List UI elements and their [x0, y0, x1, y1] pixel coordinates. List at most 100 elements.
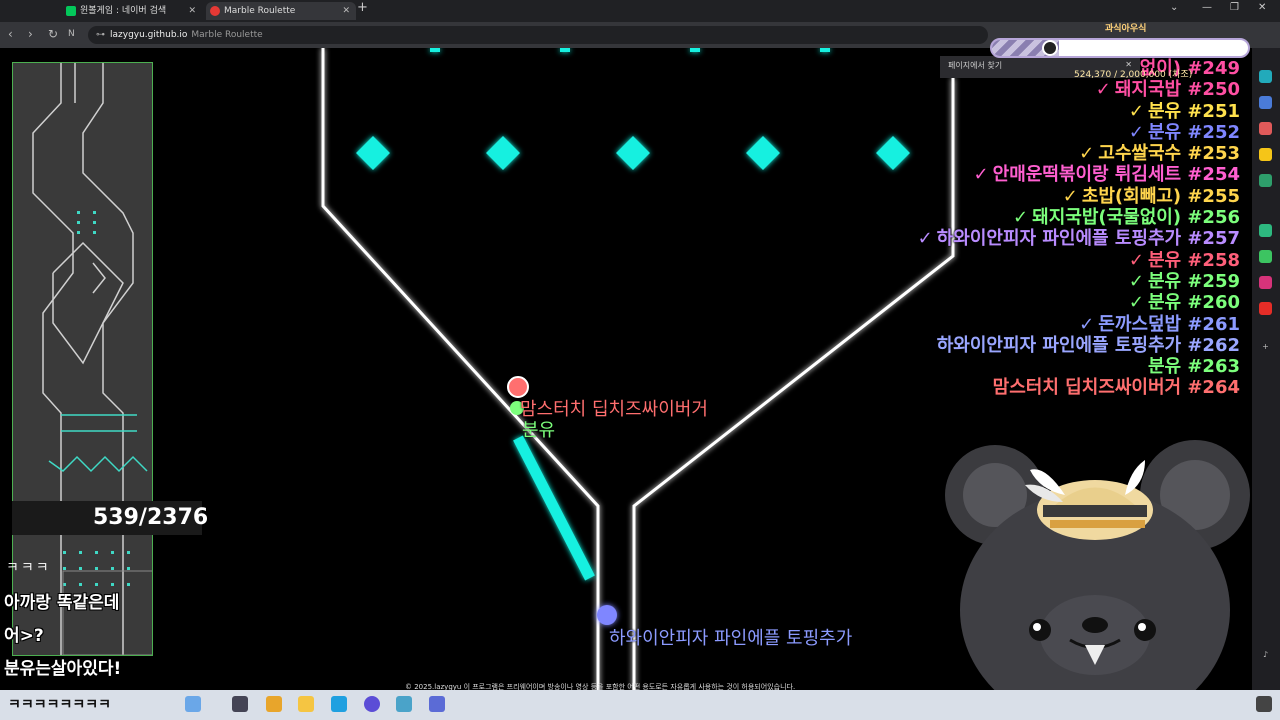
ranking-item: ✓ 분유 #258: [640, 250, 1240, 271]
check-icon: ✓: [1128, 270, 1144, 292]
streamer-avatar: [945, 440, 1250, 690]
new-tab-icon[interactable]: +: [357, 0, 368, 15]
close-tab-icon[interactable]: ✕: [342, 2, 350, 20]
top-peg-fragment: [560, 48, 570, 52]
marble-red: [507, 376, 529, 398]
check-icon: ✓: [1128, 249, 1144, 271]
taskbar-copilot-icon[interactable]: [266, 696, 282, 712]
taskbar-calculator-icon[interactable]: [429, 696, 445, 712]
marble-blue: [597, 605, 617, 625]
donation-title: 과식아우식: [1105, 24, 1147, 34]
ranking-item: 맘스터치 딥치즈싸이버거 #264: [640, 377, 1240, 398]
close-tab-icon[interactable]: ✕: [188, 2, 196, 20]
chat-kkk: ㅋㅋㅋ: [6, 560, 51, 576]
ranking-text: 분유 #251: [1147, 100, 1240, 122]
sidebar-youtube-icon[interactable]: [1259, 302, 1272, 315]
chat-line-1: 아까랑 똑같은데: [4, 593, 120, 613]
ranking-item: ✓ 분유 #252: [640, 122, 1240, 143]
sidebar-chat-icon[interactable]: [1259, 224, 1272, 237]
ranking-item: ✓ 분유 #260: [640, 292, 1240, 313]
ranking-text: 맘스터치 딥치즈싸이버거 #264: [992, 377, 1240, 399]
ranking-item: ✓ 하와이안피자 파인에플 토핑추가 #257: [640, 228, 1240, 249]
taskbar-discord-icon[interactable]: [364, 696, 380, 712]
top-peg-fragment: [690, 48, 700, 52]
ranking-text: 안매운떡볶이랑 튀김세트 #254: [992, 164, 1240, 186]
browser-sidebar: + ♪: [1252, 48, 1280, 690]
ranking-text: 돼지국밥(국물없이) #256: [1032, 207, 1240, 229]
ranking-text: 하와이안피자 파인에플 토핑추가 #262: [936, 334, 1240, 356]
ranking-text: 고수쌀국수 #253: [1098, 143, 1240, 165]
sidebar-line-icon[interactable]: [1259, 250, 1272, 263]
sidebar-games-icon[interactable]: [1259, 174, 1272, 187]
check-icon: ✓: [1062, 185, 1078, 207]
sidebar-copilot-icon[interactable]: [1259, 70, 1272, 83]
sidebar-add-icon[interactable]: +: [1259, 340, 1272, 353]
tab-search-icon[interactable]: ⌄: [1170, 2, 1178, 13]
check-icon: ✓: [1128, 100, 1144, 122]
ranking-text: 돈까스덮밥 #261: [1098, 313, 1240, 335]
check-icon: ✓: [1128, 121, 1144, 143]
ranking-text: 분유 #258: [1147, 249, 1240, 271]
donation-marker-icon: [1042, 40, 1058, 56]
n-icon: N: [68, 29, 75, 39]
ranking-text: 초밥(회빼고) #255: [1081, 185, 1240, 207]
forward-icon[interactable]: ›: [28, 27, 33, 41]
taskbar-edge-icon[interactable]: [331, 696, 347, 712]
marble-label-green: 분유: [522, 420, 556, 441]
sidebar-app-icon[interactable]: [1259, 96, 1272, 109]
tab-marble-roulette[interactable]: Marble Roulette ✕: [206, 2, 356, 20]
ranking-text: 하와이안피자 파인에플 토핑추가 #257: [936, 228, 1240, 250]
check-icon: ✓: [1095, 79, 1111, 101]
ranking-text: 분유 #263: [1147, 356, 1240, 378]
taskbar-notification-icon[interactable]: [1256, 696, 1272, 712]
diamond-peg: [356, 136, 390, 170]
top-peg-fragment: [820, 48, 830, 52]
marble-counter: 539/2376: [93, 505, 209, 530]
chat-line-2: 어>?: [4, 626, 44, 646]
check-icon: ✓: [1128, 292, 1144, 314]
check-icon: ✓: [1079, 313, 1095, 335]
donation-amount: 524,370 / 2,000,000 (차조): [1074, 70, 1193, 80]
back-icon[interactable]: ‹: [8, 27, 13, 41]
ranking-text: 돼지국밥 #250: [1114, 79, 1240, 101]
top-peg-fragment: [430, 48, 440, 52]
sidebar-shopping-icon[interactable]: [1259, 122, 1272, 135]
site-info-icon[interactable]: ⊶: [96, 26, 105, 44]
check-icon: ✓: [973, 164, 989, 186]
check-icon: ✓: [917, 228, 933, 250]
close-window-icon[interactable]: ✕: [1258, 2, 1266, 13]
ranking-text: 분유 #252: [1147, 121, 1240, 143]
ranking-item: ✓ 돼지국밥 #250: [640, 79, 1240, 100]
taskbar-taskview-icon[interactable]: [232, 696, 248, 712]
tab-naver-search[interactable]: 윈볼게임 : 네이버 검색 ✕: [62, 2, 202, 20]
reload-icon[interactable]: ↻: [48, 27, 58, 41]
sidebar-star-icon[interactable]: [1259, 148, 1272, 161]
ranking-item: ✓ 돈까스덮밥 #261: [640, 314, 1240, 335]
taskbar-explorer-icon[interactable]: [185, 696, 201, 712]
ranking-text: 분유 #259: [1147, 270, 1240, 292]
taskbar-app-icon[interactable]: [396, 696, 412, 712]
browser-tab-bar: 윈볼게임 : 네이버 검색 ✕ Marble Roulette ✕ + ⌄ — …: [0, 0, 1280, 22]
ranking-item: 하와이안피자 파인에플 토핑추가 #262: [640, 335, 1240, 356]
ranking-item: 분유 #263: [640, 356, 1240, 377]
ranking-item: ✓ 분유 #259: [640, 271, 1240, 292]
ranking-text: 분유 #260: [1147, 292, 1240, 314]
maximize-icon[interactable]: ❐: [1230, 2, 1239, 13]
check-icon: ✓: [1013, 207, 1029, 229]
ranking-item: ✓ 분유 #251: [640, 101, 1240, 122]
minimize-icon[interactable]: —: [1202, 2, 1212, 13]
ranking-item: ✓ 안매운떡볶이랑 튀김세트 #254: [640, 164, 1240, 185]
sidebar-bell-icon[interactable]: ♪: [1259, 648, 1272, 661]
taskbar-folder-icon[interactable]: [298, 696, 314, 712]
marble-favicon-icon: [210, 6, 220, 16]
taskbar: ㅋㅋㅋㅋㅋㅋㅋㅋ: [0, 690, 1280, 720]
ranking-item: ✓ 돼지국밥(국물없이) #256: [640, 207, 1240, 228]
sidebar-instagram-icon[interactable]: [1259, 276, 1272, 289]
diamond-peg: [486, 136, 520, 170]
taskbar-text: ㅋㅋㅋㅋㅋㅋㅋㅋ: [8, 697, 112, 713]
ranking-list: ✓돼지국밥(국물없이) #249✓돼지국밥 #250✓분유 #251✓분유 #2…: [640, 58, 1240, 399]
ranking-item: ✓ 고수쌀국수 #253: [640, 143, 1240, 164]
url-field[interactable]: ⊶ lazygyu.github.io Marble Roulette: [88, 26, 988, 44]
marble-label-blue: 하와이안피자 파인에플 토핑추가: [609, 628, 853, 649]
check-icon: ✓: [1079, 143, 1095, 165]
